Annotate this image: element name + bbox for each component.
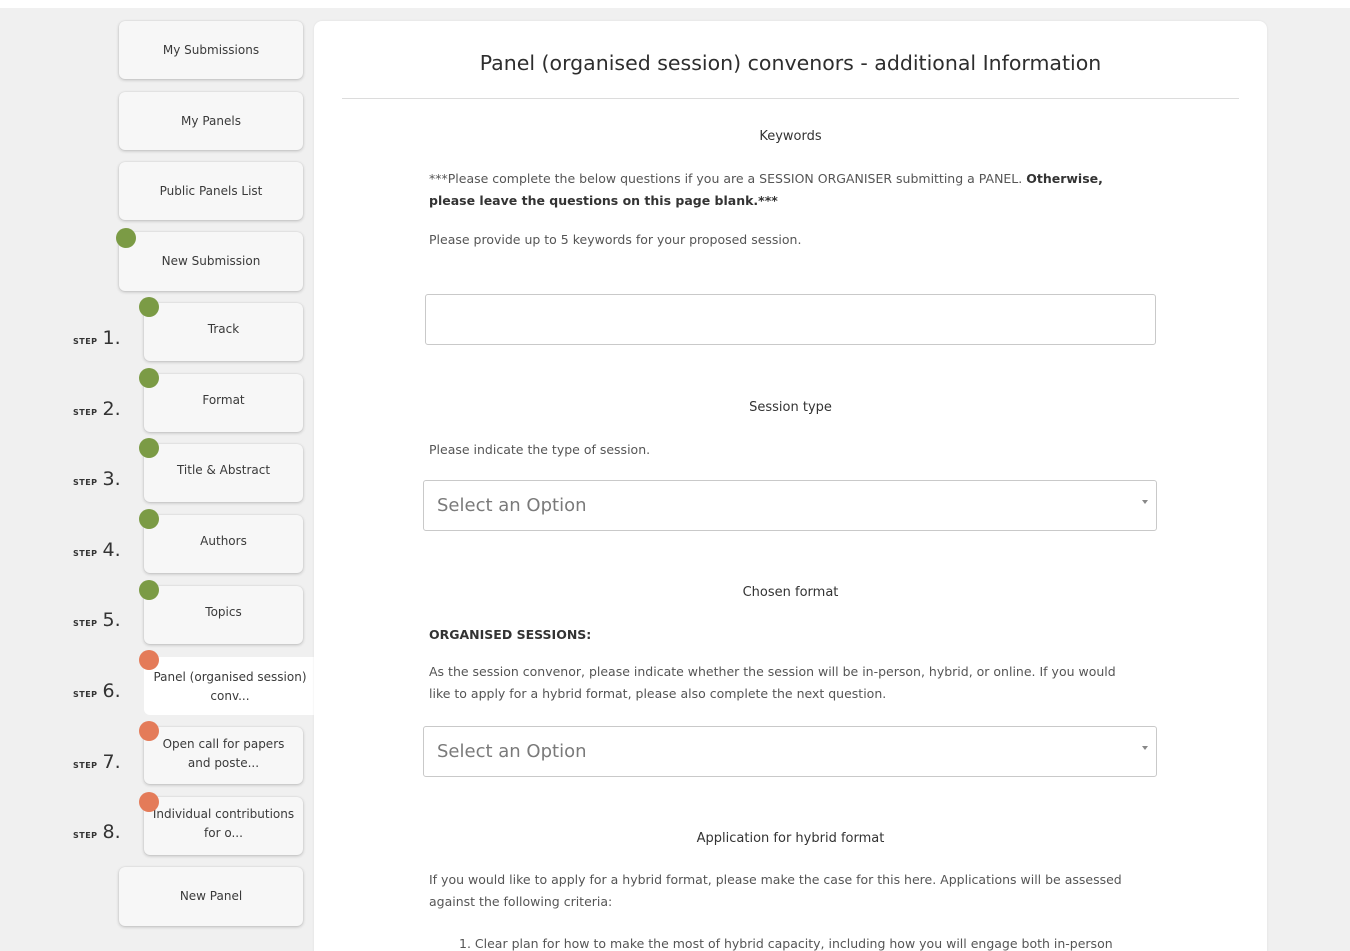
step-2-number: STEP 2. (73, 398, 121, 420)
chosen-format-selected: Select an Option (437, 741, 587, 762)
organiser-instructions: ***Please complete the below questions i… (429, 168, 1149, 212)
chevron-down-icon (1142, 500, 1148, 504)
organiser-instructions-bold-2: please leave the questions on this page … (429, 193, 778, 208)
hybrid-criteria-item: 1. Clear plan for how to make the most o… (459, 936, 1113, 951)
step-6-label: Panel (organised session) conv... (153, 670, 307, 703)
step-6-panel-convenors[interactable]: Panel (organised session) conv... (144, 657, 316, 715)
step-1-label: Track (207, 321, 240, 336)
nav-my-panels-label: My Panels (181, 113, 241, 128)
keywords-help: Please provide up to 5 keywords for your… (429, 232, 802, 247)
step-3-number: STEP 3. (73, 468, 121, 490)
page-title: Panel (organised session) convenors - ad… (479, 51, 1102, 75)
step-8-label: Individual contributions for o... (152, 807, 295, 840)
step-5-complete-dot (139, 580, 159, 600)
organised-sessions-label: ORGANISED SESSIONS: (429, 627, 592, 642)
chosen-format-help-line-2: like to apply for a hybrid format, pleas… (429, 686, 887, 701)
keywords-input[interactable] (425, 294, 1156, 345)
step-3-title-abstract[interactable]: Title & Abstract (144, 444, 303, 502)
nav-public-panels-list-label: Public Panels List (159, 183, 263, 198)
hybrid-help-line-2: against the following criteria: (429, 894, 613, 909)
session-type-selected: Select an Option (437, 495, 587, 516)
chosen-format-help-line-1: As the session convenor, please indicate… (429, 664, 1116, 679)
step-5-number: STEP 5. (73, 609, 121, 631)
nav-my-submissions-label: My Submissions (162, 42, 260, 57)
step-4-complete-dot (139, 509, 159, 529)
step-1-complete-dot (139, 297, 159, 317)
step-1-number: STEP 1. (73, 327, 121, 349)
step-2-format[interactable]: Format (144, 374, 303, 432)
nav-my-panels[interactable]: My Panels (119, 92, 303, 150)
step-1-track[interactable]: Track (144, 303, 303, 361)
organiser-instructions-bold-1: Otherwise, (1026, 171, 1103, 186)
session-type-help: Please indicate the type of session. (429, 442, 651, 457)
step-2-complete-dot (139, 368, 159, 388)
step-2-label: Format (202, 392, 245, 407)
step-6-number: STEP 6. (73, 680, 121, 702)
step-7-label: Open call for papers and poste... (162, 736, 285, 770)
nav-new-panel-label: New Panel (179, 889, 243, 903)
step-7-open-call[interactable]: Open call for papers and poste... (144, 727, 303, 784)
organiser-instructions-text: ***Please complete the below questions i… (429, 171, 1027, 186)
step-7-number: STEP 7. (73, 751, 121, 773)
step-7-status-dot (139, 721, 159, 741)
nav-public-panels-list[interactable]: Public Panels List (119, 162, 303, 220)
hybrid-heading: Application for hybrid format (696, 831, 885, 846)
title-divider (342, 98, 1239, 99)
nav-new-submission-label: New Submission (161, 254, 261, 268)
hybrid-help-line-1: If you would like to apply for a hybrid … (429, 872, 1122, 887)
chosen-format-select[interactable]: Select an Option (423, 726, 1157, 777)
step-5-topics[interactable]: Topics (144, 586, 303, 644)
step-6-status-dot (139, 650, 159, 670)
new-submission-status-dot (116, 228, 136, 248)
form-panel: Panel (organised session) convenors - ad… (314, 21, 1267, 951)
hybrid-help: If you would like to apply for a hybrid … (429, 869, 1169, 913)
step-8-number: STEP 8. (73, 821, 121, 843)
nav-new-submission[interactable]: New Submission (119, 232, 303, 291)
nav-new-panel[interactable]: New Panel (119, 867, 303, 926)
session-type-select[interactable]: Select an Option (423, 480, 1157, 531)
chevron-down-icon (1142, 746, 1148, 750)
session-type-heading: Session type (749, 400, 832, 415)
step-5-label: Topics (205, 604, 242, 619)
step-4-number: STEP 4. (73, 539, 121, 561)
step-4-label: Authors (200, 533, 247, 548)
step-3-label: Title & Abstract (176, 462, 271, 477)
chosen-format-help: As the session convenor, please indicate… (429, 661, 1159, 705)
step-8-individual-contributions[interactable]: Individual contributions for o... (144, 797, 303, 855)
step-4-authors[interactable]: Authors (144, 515, 303, 573)
nav-my-submissions[interactable]: My Submissions (119, 21, 303, 79)
step-8-status-dot (139, 792, 159, 812)
chosen-format-heading: Chosen format (742, 585, 839, 600)
top-strip (0, 0, 1350, 8)
step-3-complete-dot (139, 438, 159, 458)
keywords-heading: Keywords (759, 129, 822, 144)
